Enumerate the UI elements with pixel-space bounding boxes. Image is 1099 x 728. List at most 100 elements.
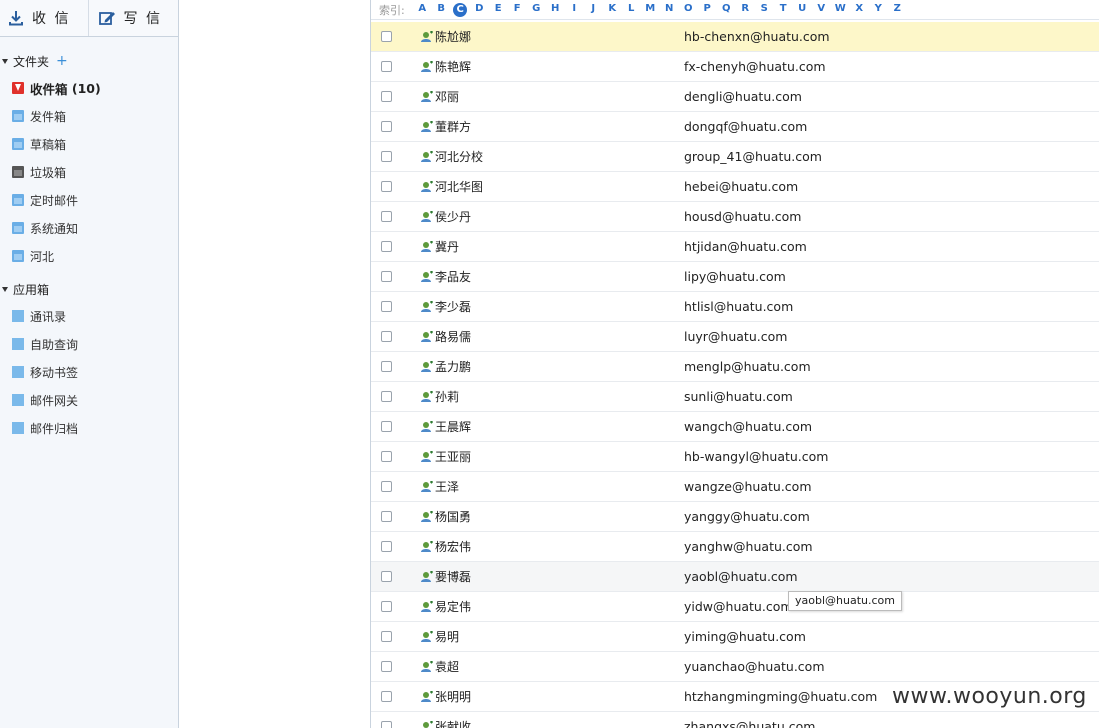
contact-person-icon[interactable] xyxy=(420,240,434,253)
contact-email[interactable]: htzhangmingming@huatu.com xyxy=(684,689,877,704)
contact-email[interactable]: hebei@huatu.com xyxy=(684,179,798,194)
index-letter-u[interactable]: U xyxy=(793,3,812,17)
contact-row[interactable]: 侯少丹 housd@huatu.com xyxy=(371,202,1099,232)
index-letter-i[interactable]: I xyxy=(565,3,584,17)
contact-email[interactable]: yanghw@huatu.com xyxy=(684,539,813,554)
contact-person-icon[interactable] xyxy=(420,690,434,703)
contact-email[interactable]: htjidan@huatu.com xyxy=(684,239,807,254)
index-letter-m[interactable]: M xyxy=(641,3,660,17)
contact-name[interactable]: 冀丹 xyxy=(435,238,459,255)
index-letter-e[interactable]: E xyxy=(489,3,508,17)
index-letter-d[interactable]: D xyxy=(470,3,489,17)
contact-email[interactable]: dengli@huatu.com xyxy=(684,89,802,104)
index-letter-t[interactable]: T xyxy=(774,3,793,17)
contact-person-icon[interactable] xyxy=(420,510,434,523)
row-checkbox[interactable] xyxy=(381,601,392,612)
contact-name[interactable]: 张明明 xyxy=(435,688,471,705)
row-checkbox[interactable] xyxy=(381,451,392,462)
contact-person-icon[interactable] xyxy=(420,720,434,728)
row-checkbox[interactable] xyxy=(381,421,392,432)
row-checkbox[interactable] xyxy=(381,31,392,42)
contact-email[interactable]: hb-chenxn@huatu.com xyxy=(684,29,830,44)
contact-email[interactable]: wangch@huatu.com xyxy=(684,419,812,434)
contact-row[interactable]: 张献收 zhangxs@huatu.com xyxy=(371,712,1099,728)
row-checkbox[interactable] xyxy=(381,331,392,342)
row-checkbox[interactable] xyxy=(381,211,392,222)
contact-row[interactable]: 王晨辉 wangch@huatu.com xyxy=(371,412,1099,442)
contact-row[interactable]: 董群方 dongqf@huatu.com xyxy=(371,112,1099,142)
contact-name[interactable]: 陈尬娜 xyxy=(435,28,471,45)
contact-row[interactable]: 王亚丽 hb-wangyl@huatu.com xyxy=(371,442,1099,472)
contact-email[interactable]: luyr@huatu.com xyxy=(684,329,787,344)
contact-name[interactable]: 邓丽 xyxy=(435,88,459,105)
folder-item-scheduled[interactable]: 定时邮件 xyxy=(0,186,178,214)
contact-person-icon[interactable] xyxy=(420,450,434,463)
row-checkbox[interactable] xyxy=(381,631,392,642)
folder-item-sent[interactable]: 发件箱 xyxy=(0,102,178,130)
contact-person-icon[interactable] xyxy=(420,420,434,433)
index-letter-g[interactable]: G xyxy=(527,3,546,17)
contact-row[interactable]: 杨国勇 yanggy@huatu.com xyxy=(371,502,1099,532)
contact-email[interactable]: hb-wangyl@huatu.com xyxy=(684,449,828,464)
contact-row[interactable]: 河北分校 group_41@huatu.com xyxy=(371,142,1099,172)
contact-person-icon[interactable] xyxy=(420,390,434,403)
row-checkbox[interactable] xyxy=(381,481,392,492)
index-letter-y[interactable]: Y xyxy=(869,3,888,17)
index-letter-v[interactable]: V xyxy=(812,3,831,17)
contact-row[interactable]: 王泽 wangze@huatu.com xyxy=(371,472,1099,502)
row-checkbox[interactable] xyxy=(381,61,392,72)
receive-button[interactable]: 收 信 xyxy=(0,0,88,36)
contact-name[interactable]: 袁超 xyxy=(435,658,459,675)
app-item-mobile-bookmarks[interactable]: 移动书签 xyxy=(0,358,178,386)
contact-name[interactable]: 王泽 xyxy=(435,478,459,495)
contact-email[interactable]: group_41@huatu.com xyxy=(684,149,822,164)
contact-name[interactable]: 王亚丽 xyxy=(435,448,471,465)
contact-row[interactable]: 李品友 lipy@huatu.com xyxy=(371,262,1099,292)
contact-person-icon[interactable] xyxy=(420,120,434,133)
index-letter-s[interactable]: S xyxy=(755,3,774,17)
index-letter-f[interactable]: F xyxy=(508,3,527,17)
index-letter-o[interactable]: O xyxy=(679,3,698,17)
contact-person-icon[interactable] xyxy=(420,660,434,673)
contact-email[interactable]: zhangxs@huatu.com xyxy=(684,719,815,728)
row-checkbox[interactable] xyxy=(381,541,392,552)
contact-person-icon[interactable] xyxy=(420,630,434,643)
app-item-contacts[interactable]: 通讯录 xyxy=(0,302,178,330)
contact-row[interactable]: 易定伟 yidw@huatu.com xyxy=(371,592,1099,622)
contact-person-icon[interactable] xyxy=(420,150,434,163)
row-checkbox[interactable] xyxy=(381,391,392,402)
add-folder-icon[interactable]: + xyxy=(56,54,68,68)
contact-row[interactable]: 易明 yiming@huatu.com xyxy=(371,622,1099,652)
contact-name[interactable]: 路易儒 xyxy=(435,328,471,345)
contact-row[interactable]: 袁超 yuanchao@huatu.com xyxy=(371,652,1099,682)
row-checkbox[interactable] xyxy=(381,181,392,192)
row-checkbox[interactable] xyxy=(381,91,392,102)
row-checkbox[interactable] xyxy=(381,661,392,672)
contact-row[interactable]: 孙莉 sunli@huatu.com xyxy=(371,382,1099,412)
contact-row[interactable]: 杨宏伟 yanghw@huatu.com xyxy=(371,532,1099,562)
app-item-mail-archive[interactable]: 邮件归档 xyxy=(0,414,178,442)
index-letter-b[interactable]: B xyxy=(432,3,451,17)
contact-row[interactable]: 冀丹 htjidan@huatu.com xyxy=(371,232,1099,262)
contact-email[interactable]: housd@huatu.com xyxy=(684,209,801,224)
index-letter-a[interactable]: A xyxy=(413,3,432,17)
contact-name[interactable]: 张献收 xyxy=(435,718,471,728)
contact-name[interactable]: 王晨辉 xyxy=(435,418,471,435)
contact-name[interactable]: 侯少丹 xyxy=(435,208,471,225)
index-letter-k[interactable]: K xyxy=(603,3,622,17)
contact-person-icon[interactable] xyxy=(420,600,434,613)
contact-row[interactable]: 河北华图 hebei@huatu.com xyxy=(371,172,1099,202)
contact-person-icon[interactable] xyxy=(420,270,434,283)
folder-item-hebei[interactable]: 河北 xyxy=(0,242,178,270)
contact-person-icon[interactable] xyxy=(420,180,434,193)
contact-email[interactable]: yiming@huatu.com xyxy=(684,629,806,644)
row-checkbox[interactable] xyxy=(381,361,392,372)
row-checkbox[interactable] xyxy=(381,721,392,728)
contact-person-icon[interactable] xyxy=(420,570,434,583)
contact-person-icon[interactable] xyxy=(420,300,434,313)
contact-name[interactable]: 董群方 xyxy=(435,118,471,135)
folder-item-trash[interactable]: 垃圾箱 xyxy=(0,158,178,186)
contact-email[interactable]: menglp@huatu.com xyxy=(684,359,811,374)
index-letter-h[interactable]: H xyxy=(546,3,565,17)
contact-row[interactable]: 孟力鹏 menglp@huatu.com xyxy=(371,352,1099,382)
